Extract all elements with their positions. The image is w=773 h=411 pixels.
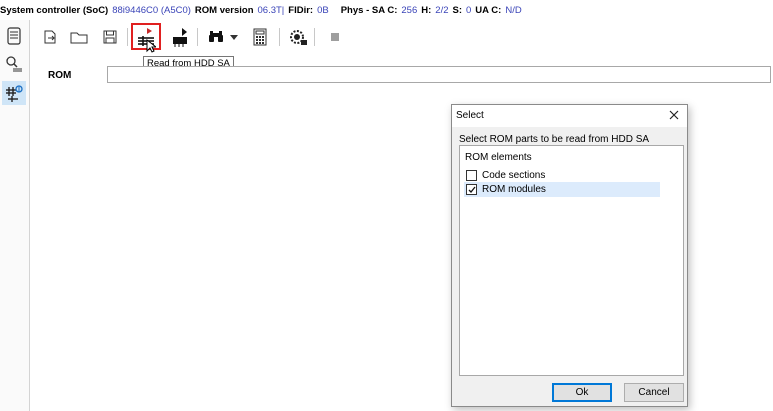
rom-field[interactable] — [107, 66, 771, 83]
toolbar-separator — [314, 28, 315, 46]
ua-value: N/D — [505, 4, 522, 16]
toolbar-separator — [279, 28, 280, 46]
rom-version-value: 06.3T| — [257, 4, 285, 16]
plugins-icon[interactable] — [2, 81, 26, 105]
read-chip-icon[interactable] — [168, 26, 192, 48]
tree-item-code-sections[interactable]: Code sections — [464, 168, 545, 183]
left-sidebar — [0, 20, 30, 411]
dialog-titlebar: Select — [452, 105, 687, 127]
h-label: H: — [421, 4, 432, 16]
rom-elements-tree: ROM elements Code sections ROM modules — [459, 145, 684, 376]
fidir-label: FIDir: — [288, 4, 314, 16]
open-folder-icon[interactable] — [67, 26, 91, 48]
tree-item-label: ROM modules — [482, 184, 546, 195]
dialog-title: Select — [456, 110, 484, 121]
tree-item-rom-modules[interactable]: ROM modules — [464, 182, 660, 197]
checkmark-icon — [468, 186, 476, 193]
cancel-button[interactable]: Cancel — [624, 383, 684, 402]
soc-label: System controller (SoC) — [0, 4, 109, 16]
status-bar: System controller (SoC) 88i9446C0 (A5C0)… — [0, 0, 773, 20]
select-dialog: Select Select ROM parts to be read from … — [451, 104, 688, 407]
s-label: S: — [452, 4, 463, 16]
ua-label: UA C: — [475, 4, 502, 16]
toolbar-separator — [127, 28, 128, 46]
calculator-icon[interactable] — [248, 26, 272, 48]
ok-button[interactable]: Ok — [552, 383, 612, 402]
rom-label: ROM — [48, 70, 72, 81]
stop-icon[interactable] — [323, 26, 347, 48]
phys-label: Phys - SA C: — [340, 4, 398, 16]
export-icon[interactable] — [38, 26, 62, 48]
checkbox-code-sections[interactable] — [466, 170, 477, 181]
save-icon[interactable] — [98, 26, 122, 48]
checkbox-rom-modules[interactable] — [466, 184, 477, 195]
search-tools-icon[interactable] — [2, 52, 26, 76]
soc-value: 88i9446C0 (A5C0) — [112, 4, 191, 16]
dropdown-arrow-icon[interactable] — [227, 26, 241, 48]
mouse-cursor-icon — [146, 38, 158, 56]
s-value: 0 — [466, 4, 472, 16]
binoculars-icon[interactable] — [204, 26, 228, 48]
h-value: 2/2 — [435, 4, 449, 16]
toolbar-separator — [197, 28, 198, 46]
dialog-prompt: Select ROM parts to be read from HDD SA — [459, 134, 650, 145]
rom-version-label: ROM version — [194, 4, 254, 16]
close-icon[interactable] — [667, 108, 681, 122]
fidir-value: 0B — [317, 4, 329, 16]
settings-chip-icon[interactable] — [285, 26, 309, 48]
drive-list-icon[interactable] — [2, 24, 26, 48]
phys-value: 256 — [401, 4, 418, 16]
tree-header: ROM elements — [465, 152, 532, 163]
tree-item-label: Code sections — [482, 170, 546, 181]
toolbar — [30, 20, 773, 54]
